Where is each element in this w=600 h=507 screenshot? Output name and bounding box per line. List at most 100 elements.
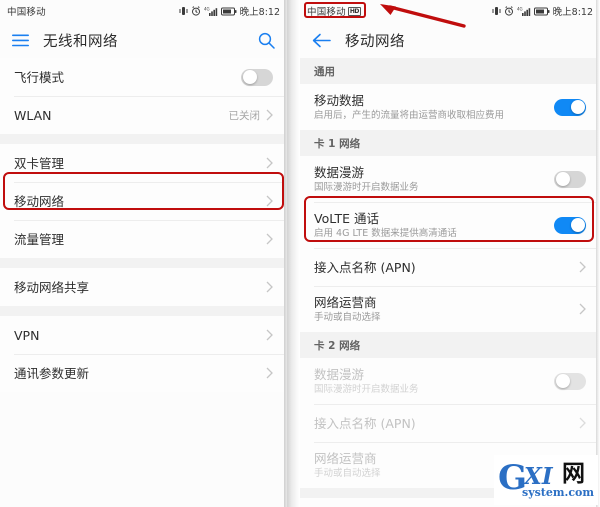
right-status-bar: 中国移动 HD 4G 晚上8:12 [300,0,600,22]
page-title: 移动网络 [345,33,405,50]
toggle-knob [570,100,585,114]
list-item-data-roaming-sim1[interactable]: 数据漫游 国际漫游时开启数据业务 [300,156,600,202]
row-labels: 数据漫游 国际漫游时开启数据业务 [314,165,554,194]
toggle-knob [570,218,585,232]
chevron-right-icon [579,417,586,429]
list-item-label: 流量管理 [14,231,65,247]
row-labels: 双卡管理 [14,156,266,171]
group-spacer [0,306,287,316]
list-item-label: 通讯参数更新 [14,365,90,381]
battery-icon [533,7,550,16]
left-group-1: 飞行模式 WLAN 已关闭 [0,58,287,134]
left-phone-screen: 中国移动 4G 晚上8:12 无线和网络 飞行模式 WLAN 已关闭 双卡管理 … [0,0,287,507]
page-title: 无线和网络 [43,33,118,50]
left-group-4: VPN 通讯参数更新 [0,316,287,392]
signal-icon: 4G [204,6,218,16]
list-item-airplane-mode[interactable]: 飞行模式 [0,58,287,96]
list-item-label: 移动数据 [314,92,365,108]
alarm-icon [191,6,201,16]
list-item-subtitle: 国际漫游时开启数据业务 [314,181,419,193]
list-item-data-roaming-sim2: 数据漫游 国际漫游时开启数据业务 [300,358,600,404]
list-item-label: 移动网络共享 [14,279,90,295]
section-header-sim2: 卡 2 网络 [300,332,600,358]
screenshot-stage: 中国移动 4G 晚上8:12 无线和网络 飞行模式 WLAN 已关闭 双卡管理 … [0,0,600,507]
watermark-logo: G XI 网 system.com [494,455,598,505]
left-status-icons: 4G 晚上8:12 [179,4,280,18]
airplane-mode-toggle[interactable] [241,68,273,86]
list-item-label: 网络运营商 [314,294,377,310]
list-item-label: 数据漫游 [314,164,365,180]
list-item-subtitle: 国际漫游时开启数据业务 [314,383,419,395]
row-labels: 接入点名称 (APN) [314,416,579,431]
list-item-mobile-network[interactable]: 移动网络 [0,182,287,220]
list-item-network-operator-sim1[interactable]: 网络运营商 手动或自动选择 [300,286,600,332]
svg-text:4G: 4G [517,7,523,12]
section-general: 移动数据 启用后，产生的流量将由运营商收取相应费用 [300,84,600,130]
row-labels: 移动数据 启用后，产生的流量将由运营商收取相应费用 [314,93,554,122]
alarm-icon [504,6,514,16]
carrier-label: 中国移动 [307,7,346,18]
row-labels: 通讯参数更新 [14,366,266,381]
row-labels: 数据漫游 国际漫游时开启数据业务 [314,367,554,396]
chevron-right-icon [266,109,273,121]
list-item-apn-sim1[interactable]: 接入点名称 (APN) [300,248,600,286]
section-header-general: 通用 [300,58,600,84]
search-icon[interactable] [258,32,275,49]
hamburger-menu-icon[interactable] [12,34,29,47]
right-status-icons: 4G 晚上8:12 [492,4,593,18]
list-item-mobile-data[interactable]: 移动数据 启用后，产生的流量将由运营商收取相应费用 [300,84,600,130]
data-roaming-toggle-sim2 [554,372,586,390]
row-labels: WLAN [14,108,229,123]
list-item-vpn[interactable]: VPN [0,316,287,354]
row-labels: 飞行模式 [14,70,241,85]
list-item-comm-params-update[interactable]: 通讯参数更新 [0,354,287,392]
list-item-tethering[interactable]: 移动网络共享 [0,268,287,306]
list-item-subtitle: 启用后，产生的流量将由运营商收取相应费用 [314,109,505,121]
battery-icon [220,7,237,16]
signal-icon: 4G [517,6,531,16]
chevron-right-icon [579,261,586,273]
right-carrier-group: 中国移动 HD [307,4,361,18]
group-spacer [0,134,287,144]
watermark-inner: G XI 网 system.com [496,457,596,503]
chevron-right-icon [266,157,273,169]
back-arrow-icon[interactable] [312,33,331,48]
right-clock: 晚上8:12 [552,7,593,18]
chevron-right-icon [266,329,273,341]
list-item-volte-call[interactable]: VoLTE 通话 启用 4G LTE 数据来提供高清通话 [300,202,600,248]
list-item-dual-sim[interactable]: 双卡管理 [0,144,287,182]
row-labels: 流量管理 [14,232,266,247]
list-item-label: VPN [14,327,40,343]
vibrate-icon [492,6,501,16]
list-item-label: 移动网络 [14,193,65,209]
volte-toggle[interactable] [554,216,586,234]
list-item-label: 接入点名称 (APN) [314,259,416,275]
row-labels: VoLTE 通话 启用 4G LTE 数据来提供高清通话 [314,211,554,240]
list-item-label: 接入点名称 (APN) [314,415,416,431]
list-item-label: VoLTE 通话 [314,210,379,226]
list-item-subtitle: 启用 4G LTE 数据来提供高清通话 [314,227,457,239]
toggle-knob [555,374,570,388]
list-item-label: WLAN [14,107,52,123]
row-labels: 接入点名称 (APN) [314,260,579,275]
panel-gap [287,0,300,507]
row-labels: 移动网络共享 [14,280,266,295]
chevron-right-icon [579,303,586,315]
list-item-label: 双卡管理 [14,155,65,171]
section-sim1: 数据漫游 国际漫游时开启数据业务 VoLTE 通话 启用 4G LTE 数据来提… [300,156,600,332]
watermark-xi: XI [524,463,553,490]
left-group-2: 双卡管理 移动网络 流量管理 [0,144,287,258]
list-item-apn-sim2: 接入点名称 (APN) [300,404,600,442]
right-app-bar: 移动网络 [300,22,600,58]
group-spacer [0,258,287,268]
mobile-data-toggle[interactable] [554,98,586,116]
vibrate-icon [179,6,188,16]
list-item-data-usage[interactable]: 流量管理 [0,220,287,258]
row-labels: 网络运营商 手动或自动选择 [314,295,579,324]
list-item-wlan[interactable]: WLAN 已关闭 [0,96,287,134]
data-roaming-toggle-sim1[interactable] [554,170,586,188]
left-status-bar: 中国移动 4G 晚上8:12 [0,0,287,22]
chevron-right-icon [266,281,273,293]
left-group-3: 移动网络共享 [0,268,287,306]
chevron-right-icon [266,367,273,379]
